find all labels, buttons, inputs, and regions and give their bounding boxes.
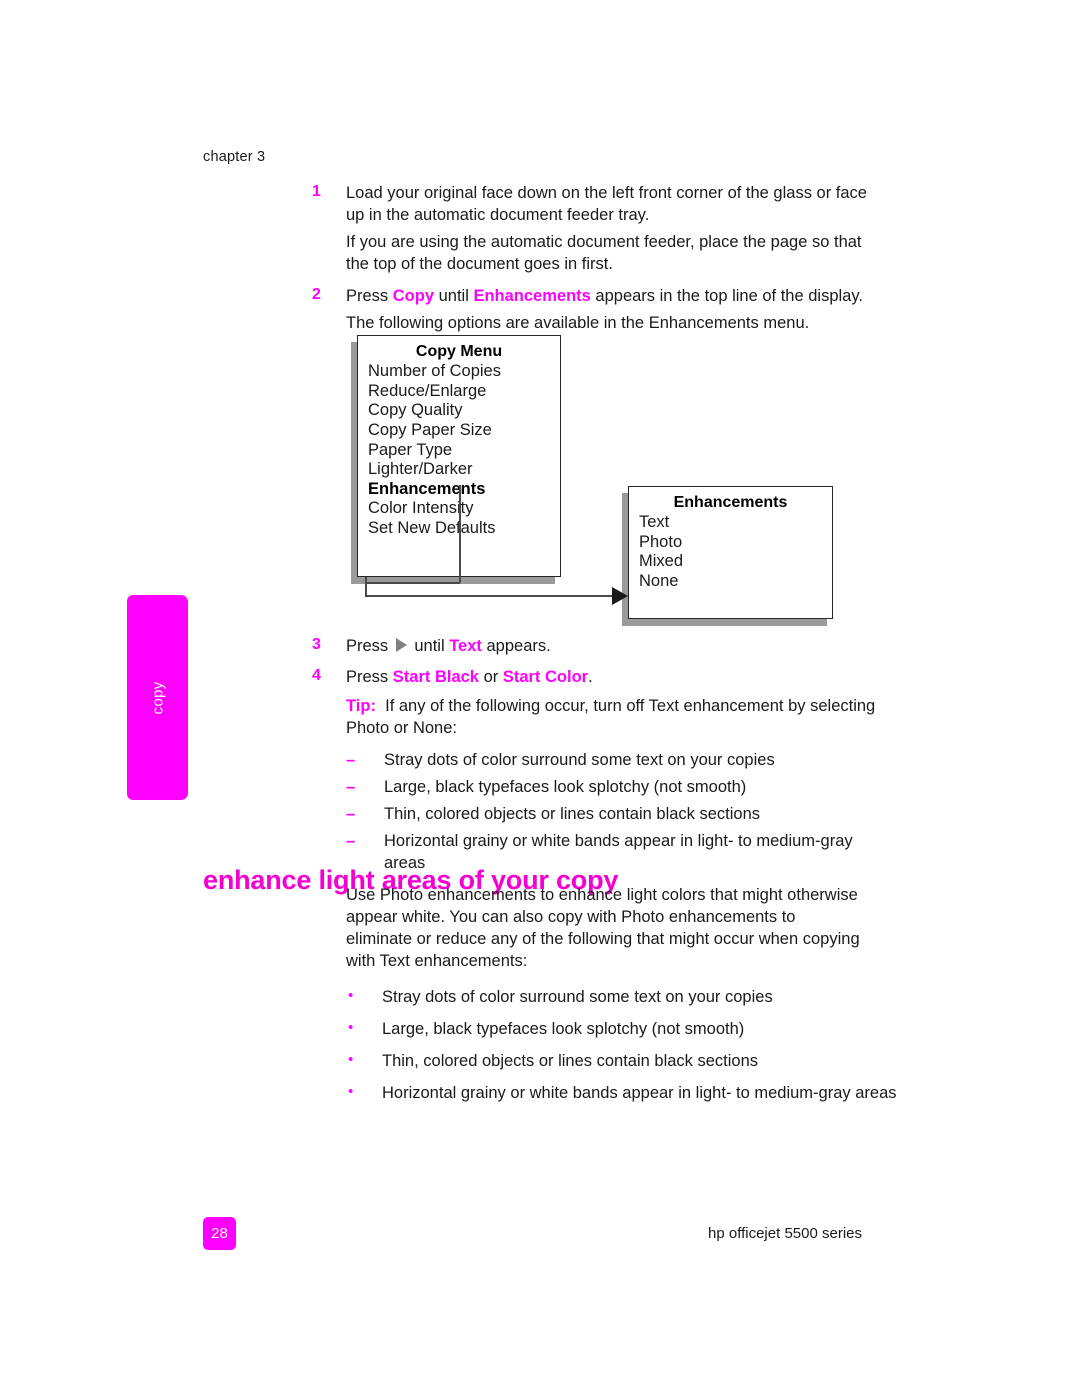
steps-list-top: 1 Load your original face down on the le…	[312, 183, 882, 337]
right-arrow-icon	[395, 638, 407, 652]
enhancements-menu-box: Enhancements Text Photo Mixed None	[628, 486, 833, 619]
connector-line-horizontal-b	[365, 595, 620, 597]
tip-list-item: Large, black typefaces look splotchy (no…	[346, 777, 892, 799]
copy-menu-item: Paper Type	[368, 440, 453, 459]
section-list-item: Thin, colored objects or lines contain b…	[346, 1050, 866, 1073]
copy-menu-item: Number of Copies	[368, 362, 501, 380]
section-body: Use Photo enhancements to enhance light …	[346, 885, 897, 1115]
enhancements-menu-title: Enhancements	[673, 494, 788, 511]
connector-line-vertical-a	[459, 485, 461, 583]
step-text-after: .	[588, 667, 593, 686]
tip-spacer	[376, 697, 385, 715]
tip-block: Tip: If any of the following occur, turn…	[346, 696, 892, 875]
chapter-label: chapter 3	[203, 149, 266, 165]
step-item-1: 1 Load your original face down on the le…	[312, 183, 882, 276]
keyword-enhancements: Enhancements	[473, 286, 591, 305]
step-number: 3	[312, 636, 321, 653]
copy-menu-item: Set New Defaults	[368, 519, 496, 537]
copy-menu-title: Copy Menu	[415, 343, 503, 360]
step-text-after: appears in the top line of the display.	[590, 286, 863, 305]
step-text: Press until Text appears.	[346, 636, 892, 658]
step-text: Press Start Black or Start Color.	[346, 667, 892, 689]
step-number: 2	[312, 285, 321, 303]
tip-list-item: Stray dots of color surround some text o…	[346, 750, 892, 772]
keyword-text: Text	[449, 637, 482, 655]
menu-diagram: Copy Menu Number of Copies Reduce/Enlarg…	[340, 325, 860, 635]
section-list-item: Stray dots of color surround some text o…	[346, 986, 866, 1009]
step-text-before: Press	[346, 286, 393, 305]
enhancements-menu-item: Text	[639, 513, 670, 531]
step-number: 1	[312, 183, 321, 200]
step-item-3: 3 Press until Text appears.	[312, 636, 892, 658]
document-page: chapter 3 1 Load your original face down…	[0, 0, 1080, 1397]
side-tab-label: copy	[149, 681, 166, 714]
enhancements-menu-item: Photo	[639, 532, 683, 551]
step-text-after: appears.	[481, 637, 551, 655]
step-text-before: Press	[346, 637, 393, 655]
tip-text: If any of the following occur, turn off …	[346, 696, 876, 737]
step-text: Load your original face down on the left…	[346, 184, 867, 224]
section-bullet-list: Stray dots of color surround some text o…	[346, 986, 897, 1105]
tip-label: Tip:	[346, 696, 376, 715]
page-number-badge: 28	[203, 1217, 236, 1250]
tip-list-item: Thin, colored objects or lines contain b…	[346, 804, 892, 826]
step-text-middle: or	[478, 667, 503, 686]
keyword-start-color: Start Color	[502, 667, 589, 686]
keyword-start-black: Start Black	[392, 667, 479, 686]
step-item-4: 4 Press Start Black or Start Color.	[312, 667, 892, 689]
connector-line-vertical-b	[365, 577, 367, 597]
copy-menu-item: Lighter/Darker	[368, 460, 473, 479]
copy-menu-item: Color Intensity	[368, 499, 474, 518]
tip-dash-list: Stray dots of color surround some text o…	[346, 750, 892, 875]
keyword-copy: Copy	[392, 286, 435, 305]
step-text-middle: until	[409, 637, 450, 655]
side-tab-copy: copy	[127, 595, 188, 800]
step-text-middle: until	[434, 286, 474, 305]
section-list-item: Horizontal grainy or white bands appear …	[346, 1082, 897, 1105]
enhancements-menu-item: Mixed	[639, 552, 684, 571]
enhancements-menu-list: Text Photo Mixed None	[629, 513, 832, 592]
connector-line-horizontal-a	[365, 582, 460, 584]
steps-list-bottom: 3 Press until Text appears. 4 Press Star…	[312, 636, 892, 879]
copy-menu-item: Copy Paper Size	[368, 420, 492, 439]
enhancements-menu-item: None	[639, 571, 679, 590]
step-text-before: Press	[346, 667, 393, 686]
section-paragraph: Use Photo enhancements to enhance light …	[346, 886, 860, 970]
section-list-item: Large, black typefaces look splotchy (no…	[346, 1018, 866, 1041]
step-text: Press Copy until Enhancements appears in…	[346, 286, 882, 308]
step-continuation: If you are using the automatic document …	[346, 232, 862, 273]
copy-menu-item: Reduce/Enlarge	[368, 381, 487, 400]
copy-menu-item-highlighted: Enhancements	[368, 479, 486, 498]
footer-product-name: hp officejet 5500 series	[708, 1225, 862, 1242]
step-number: 4	[312, 666, 321, 684]
connector-arrowhead-icon	[612, 587, 628, 605]
copy-menu-item: Copy Quality	[368, 401, 463, 420]
